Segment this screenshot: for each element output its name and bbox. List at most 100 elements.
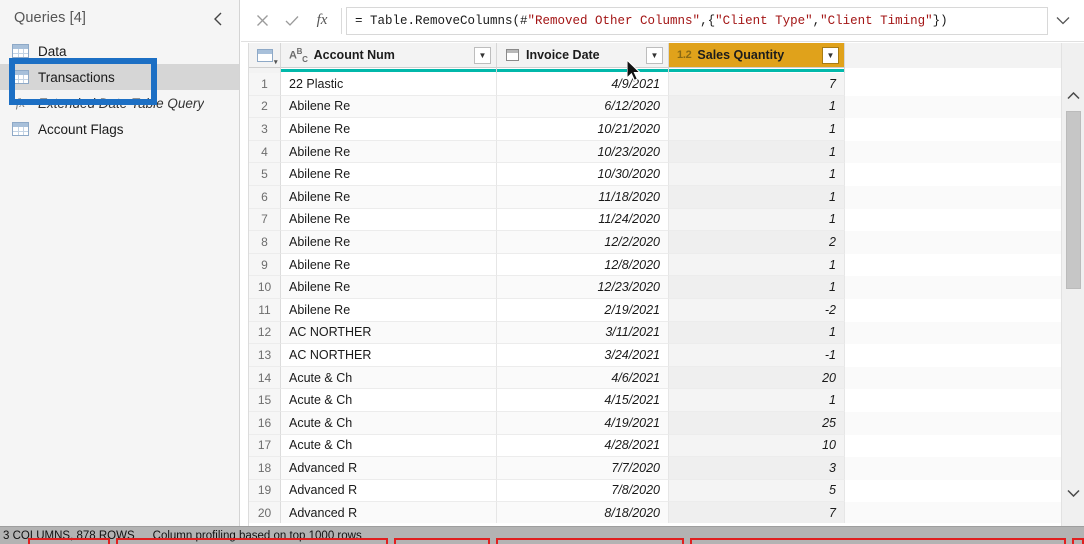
cell-account[interactable]: Abilene Re [281, 298, 497, 322]
cell-date[interactable]: 4/9/2021 [497, 73, 669, 96]
cell-date[interactable]: 11/18/2020 [497, 185, 669, 209]
formula-input[interactable]: = Table.RemoveColumns(# "Removed Other Co… [346, 6, 1048, 35]
cell-date[interactable]: 12/2/2020 [497, 231, 669, 254]
cell-account[interactable]: Abilene Re [281, 276, 497, 299]
chevron-down-icon[interactable] [1048, 7, 1078, 35]
table-row[interactable]: 19 Advanced R 7/8/2020 5 [249, 479, 1061, 503]
cell-qty[interactable]: 20 [669, 366, 845, 390]
cell-qty[interactable]: 1 [669, 163, 845, 186]
cell-date[interactable]: 4/19/2021 [497, 411, 669, 435]
column-header-invoice-date[interactable]: Invoice Date ▼ [497, 43, 669, 68]
close-icon[interactable] [247, 8, 277, 34]
cell-qty[interactable]: 3 [669, 457, 845, 480]
cell-qty[interactable]: 5 [669, 479, 845, 503]
table-row[interactable]: 14 Acute & Ch 4/6/2021 20 [249, 366, 1061, 390]
cell-account[interactable]: Abilene Re [281, 118, 497, 141]
cell-qty[interactable]: -1 [669, 344, 845, 367]
table-row[interactable]: 12 AC NORTHER 3/11/2021 1 [249, 321, 1061, 345]
cell-date[interactable]: 7/7/2020 [497, 457, 669, 480]
cell-account[interactable]: Acute & Ch [281, 434, 497, 458]
cell-date[interactable]: 4/6/2021 [497, 366, 669, 390]
table-row[interactable]: 17 Acute & Ch 4/28/2021 10 [249, 434, 1061, 458]
table-row[interactable]: 4 Abilene Re 10/23/2020 1 [249, 140, 1061, 164]
cell-qty[interactable]: 7 [669, 502, 845, 523]
cell-qty[interactable]: 1 [669, 208, 845, 232]
cell-date[interactable]: 6/12/2020 [497, 95, 669, 119]
cell-qty[interactable]: 10 [669, 434, 845, 458]
cell-date[interactable]: 3/24/2021 [497, 344, 669, 367]
vertical-scrollbar[interactable] [1061, 43, 1084, 526]
cell-qty[interactable]: 1 [669, 95, 845, 119]
cell-qty[interactable]: 1 [669, 118, 845, 141]
cell-date[interactable]: 11/24/2020 [497, 208, 669, 232]
chevron-left-icon[interactable] [207, 8, 229, 30]
cell-date[interactable]: 8/18/2020 [497, 502, 669, 523]
cell-qty[interactable]: 1 [669, 140, 845, 164]
table-row[interactable]: 1 22 Plastic 4/9/2021 7 [249, 73, 1061, 96]
table-row[interactable]: 2 Abilene Re 6/12/2020 1 [249, 95, 1061, 119]
cell-account[interactable]: Advanced R [281, 457, 497, 480]
table-row[interactable]: 15 Acute & Ch 4/15/2021 1 [249, 389, 1061, 412]
cell-qty[interactable]: 1 [669, 389, 845, 412]
cell-account[interactable]: Abilene Re [281, 185, 497, 209]
cell-account[interactable]: Abilene Re [281, 208, 497, 232]
cell-date[interactable]: 10/21/2020 [497, 118, 669, 141]
cell-qty[interactable]: 2 [669, 231, 845, 254]
fx-icon[interactable]: fx [307, 8, 337, 34]
table-row[interactable]: 6 Abilene Re 11/18/2020 1 [249, 185, 1061, 209]
cell-account[interactable]: Acute & Ch [281, 411, 497, 435]
cell-qty[interactable]: 25 [669, 411, 845, 435]
sidebar-item-extended-date-table-query[interactable]: fx Extended Date Table Query [0, 90, 239, 116]
cell-qty[interactable]: -2 [669, 298, 845, 322]
cell-qty[interactable]: 1 [669, 276, 845, 299]
column-header-account-num[interactable]: ABC Account Num ▼ [281, 43, 497, 68]
column-header-sales-quantity[interactable]: 1.2 Sales Quantity ▼ [669, 43, 845, 68]
cell-account[interactable]: Abilene Re [281, 140, 497, 164]
cell-date[interactable]: 12/8/2020 [497, 253, 669, 277]
chevron-down-icon[interactable] [1062, 482, 1084, 504]
table-row[interactable]: 13 AC NORTHER 3/24/2021 -1 [249, 344, 1061, 367]
table-row[interactable]: 8 Abilene Re 12/2/2020 2 [249, 231, 1061, 254]
cell-qty[interactable]: 7 [669, 73, 845, 96]
column-filter-dropdown-icon[interactable]: ▼ [474, 46, 491, 64]
table-row[interactable]: 16 Acute & Ch 4/19/2021 25 [249, 411, 1061, 435]
cell-date[interactable]: 4/15/2021 [497, 389, 669, 412]
cell-date[interactable]: 7/8/2020 [497, 479, 669, 503]
cell-account[interactable]: Acute & Ch [281, 389, 497, 412]
table-row[interactable]: 3 Abilene Re 10/21/2020 1 [249, 118, 1061, 141]
check-icon[interactable] [277, 8, 307, 34]
cell-account[interactable]: Abilene Re [281, 231, 497, 254]
sidebar-item-account-flags[interactable]: Account Flags [0, 116, 239, 142]
table-row[interactable]: 11 Abilene Re 2/19/2021 -2 [249, 298, 1061, 322]
table-row[interactable]: 5 Abilene Re 10/30/2020 1 [249, 163, 1061, 186]
cell-qty[interactable]: 1 [669, 185, 845, 209]
cell-account[interactable]: AC NORTHER [281, 321, 497, 345]
cell-account[interactable]: Advanced R [281, 479, 497, 503]
cell-date[interactable]: 10/23/2020 [497, 140, 669, 164]
chevron-up-icon[interactable] [1062, 85, 1084, 107]
table-row[interactable]: 10 Abilene Re 12/23/2020 1 [249, 276, 1061, 299]
scrollbar-thumb[interactable] [1066, 111, 1081, 289]
cell-account[interactable]: Abilene Re [281, 163, 497, 186]
cell-date[interactable]: 2/19/2021 [497, 298, 669, 322]
table-row[interactable]: 18 Advanced R 7/7/2020 3 [249, 457, 1061, 480]
cell-account[interactable]: AC NORTHER [281, 344, 497, 367]
column-filter-dropdown-icon[interactable]: ▼ [646, 46, 663, 64]
cell-qty[interactable]: 1 [669, 321, 845, 345]
cell-account[interactable]: Advanced R [281, 502, 497, 523]
cell-account[interactable]: 22 Plastic [281, 73, 497, 96]
cell-date[interactable]: 12/23/2020 [497, 276, 669, 299]
cell-qty[interactable]: 1 [669, 253, 845, 277]
cell-date[interactable]: 4/28/2021 [497, 434, 669, 458]
column-filter-dropdown-icon[interactable]: ▼ [822, 46, 839, 64]
cell-date[interactable]: 10/30/2020 [497, 163, 669, 186]
table-row[interactable]: 7 Abilene Re 11/24/2020 1 [249, 208, 1061, 232]
sidebar-item-transactions[interactable]: Transactions [0, 64, 239, 90]
cell-account[interactable]: Abilene Re [281, 253, 497, 277]
cell-date[interactable]: 3/11/2021 [497, 321, 669, 345]
cell-account[interactable]: Acute & Ch [281, 366, 497, 390]
table-row[interactable]: 20 Advanced R 8/18/2020 7 [249, 502, 1061, 523]
status-profiling-note[interactable]: Column profiling based on top 1000 rows [153, 530, 362, 542]
select-all-corner[interactable] [249, 43, 281, 68]
sidebar-item-data[interactable]: Data [0, 38, 239, 64]
